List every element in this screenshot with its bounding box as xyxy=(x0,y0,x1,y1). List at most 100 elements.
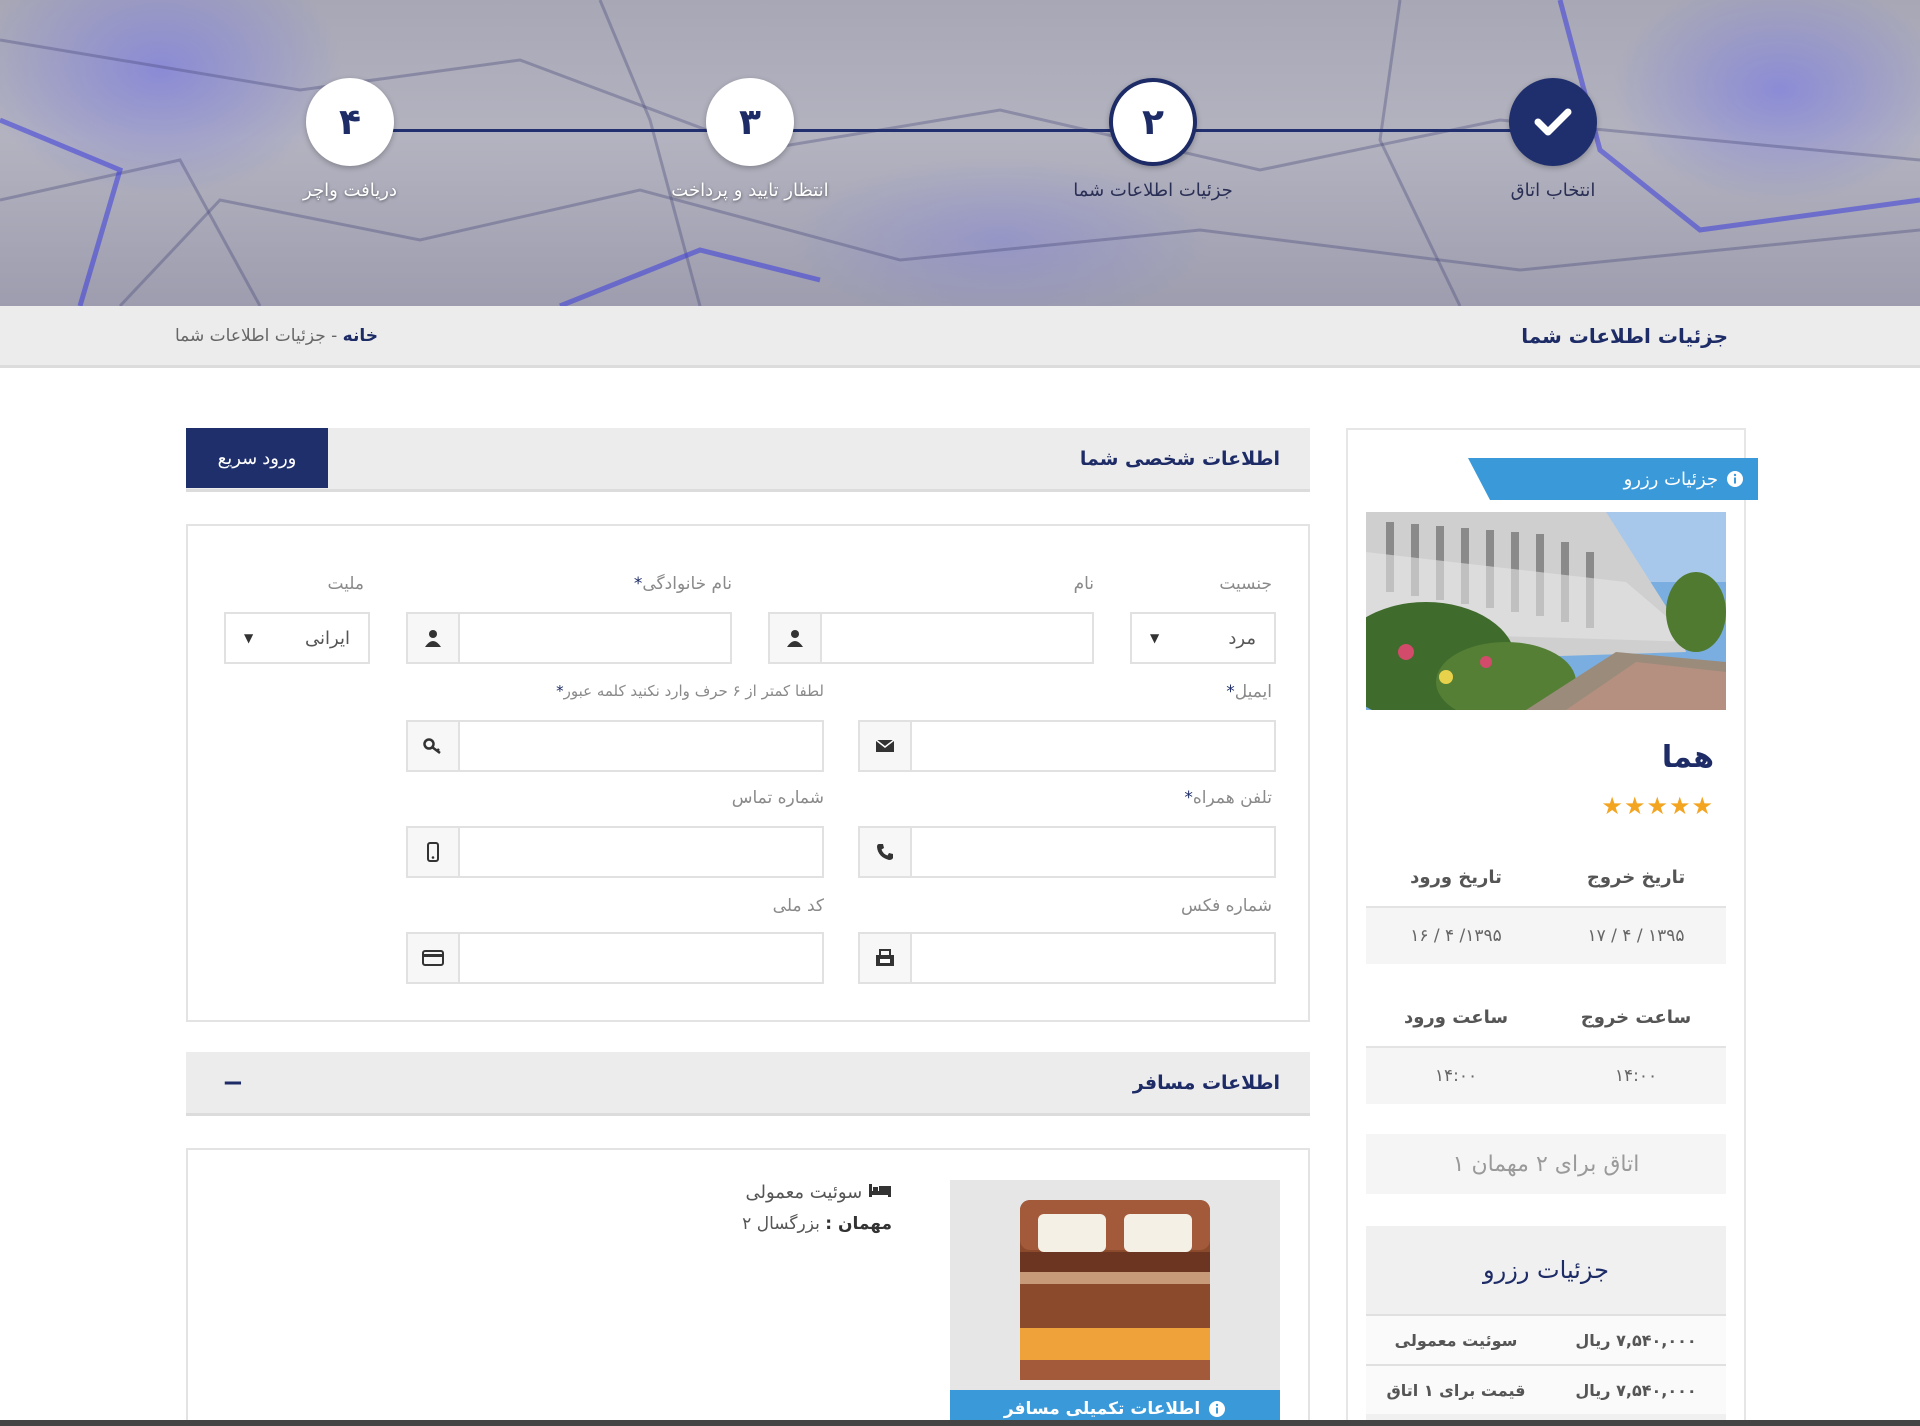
row-price: ۷,۵۴۰,۰۰۰ ریال xyxy=(1575,1330,1697,1350)
password-hint-label: لطفا کمتر از ۶ حرف وارد نکنید کلمه عبور* xyxy=(556,682,824,700)
phone-icon xyxy=(860,828,912,876)
bed-icon xyxy=(869,1184,891,1197)
envelope-icon xyxy=(860,722,912,770)
fax-field xyxy=(858,932,1276,984)
step-2-circle: ۲ xyxy=(1109,78,1197,166)
nationality-value: ایرانی xyxy=(305,627,350,649)
room-type: سوئیت معمولی xyxy=(746,1182,892,1203)
row-name: قیمت برای ۱ اتاق xyxy=(1386,1380,1526,1400)
info-icon xyxy=(1209,1401,1226,1417)
mobile-input[interactable] xyxy=(912,828,1274,876)
breadcrumb: خانه - جزئیات اطلاعات شما xyxy=(175,326,378,346)
ribbon-label: جزئیات رزرو xyxy=(1623,468,1718,490)
fax-input[interactable] xyxy=(912,934,1274,982)
personal-info-form: جنسیت نام نام خانوادگی* ملیت ▼ مرد ▼ ایر… xyxy=(186,524,1310,1022)
national-code-label: کد ملی xyxy=(772,896,824,916)
breadcrumb-bar: جزئیات اطلاعات شما خانه - جزئیات اطلاعات… xyxy=(0,306,1920,368)
step-1-choose-room: انتخاب اتاق xyxy=(1433,78,1673,201)
last-name-input[interactable] xyxy=(460,614,730,662)
caret-down-icon: ▼ xyxy=(244,631,254,645)
checkout-time-label: ساعت خروج xyxy=(1580,1006,1692,1028)
personal-info-title: اطلاعات شخصی شما xyxy=(1079,448,1280,470)
progress-steps-banner: انتخاب اتاق ۲ جزئیات اطلاعات شما ۳ انتظا… xyxy=(0,0,1920,306)
key-icon xyxy=(408,722,460,770)
gender-select[interactable]: ▼ مرد xyxy=(1130,612,1276,664)
checkin-time-label: ساعت ورود xyxy=(1403,1006,1509,1028)
booking-summary-title: جزئیات رزرو xyxy=(1483,1256,1609,1284)
row-price: ۷,۵۴۰,۰۰۰ ریال xyxy=(1575,1380,1697,1400)
quick-login-button[interactable]: ورود سریع xyxy=(186,428,328,488)
checkin-time-value: ۱۴:۰۰ xyxy=(1434,1066,1478,1086)
breadcrumb-current: جزئیات اطلاعات شما xyxy=(175,326,326,346)
check-icon xyxy=(1534,108,1572,136)
id-card-icon xyxy=(408,934,460,982)
step-1-circle xyxy=(1509,78,1597,166)
breadcrumb-separator: - xyxy=(325,326,343,346)
first-name-input[interactable] xyxy=(822,614,1092,662)
hotel-photo xyxy=(1366,512,1726,710)
gender-label: جنسیت xyxy=(1219,574,1272,594)
step-3-label: انتظار تایید و پرداخت xyxy=(671,180,829,201)
times-table: ساعت ورود ساعت خروج ۱۴:۰۰ ۱۴:۰۰ xyxy=(1366,988,1726,1104)
traveller-extra-info-label: اطلاعات تکمیلی مسافر xyxy=(1003,1399,1201,1419)
step-1-label: انتخاب اتاق xyxy=(1510,180,1596,201)
page-title: جزئیات اطلاعات شما xyxy=(1521,324,1728,348)
phone-field xyxy=(406,826,824,878)
step-4-circle: ۴ xyxy=(306,78,394,166)
personal-info-header: اطلاعات شخصی شما ورود سریع xyxy=(186,428,1310,492)
step-2-label: جزئیات اطلاعات شما xyxy=(1073,180,1233,201)
user-icon xyxy=(770,614,822,662)
fax-label: شماره فکس xyxy=(1181,896,1272,916)
user-icon xyxy=(408,614,460,662)
mobile-label: تلفن همراه* xyxy=(1184,788,1272,808)
fax-icon xyxy=(860,934,912,982)
last-name-label: نام خانوادگی* xyxy=(633,574,732,594)
checkout-date-value: ۱۳۹۵ / ۴ / ۱۷ xyxy=(1587,926,1685,946)
row-name: سوئیت معمولی xyxy=(1394,1330,1518,1350)
traveller-info-title: اطلاعات مسافر xyxy=(1132,1072,1280,1094)
last-name-field xyxy=(406,612,732,664)
dates-table: تاریخ ورود تاریخ خروج ۱۳۹۵/ ۴ / ۱۶ ۱۳۹۵ … xyxy=(1366,848,1726,964)
info-icon xyxy=(1727,471,1743,487)
step-4-label: دریافت واچر xyxy=(303,180,397,201)
nationality-label: ملیت xyxy=(327,574,364,594)
phone-input[interactable] xyxy=(460,828,822,876)
national-code-input[interactable] xyxy=(460,934,822,982)
star-rating: ★★★★★ xyxy=(1601,792,1714,820)
checkin-date-label: تاریخ ورود xyxy=(1410,866,1502,888)
step-2-your-details: ۲ جزئیات اطلاعات شما xyxy=(1033,78,1273,201)
guests-label: مهمان : xyxy=(825,1214,892,1234)
table-row: سوئیت معمولی ۷,۵۴۰,۰۰۰ ریال xyxy=(1366,1314,1726,1364)
step-3-circle: ۳ xyxy=(706,78,794,166)
email-input[interactable] xyxy=(912,722,1274,770)
step-3-confirm-payment: ۳ انتظار تایید و پرداخت xyxy=(630,78,870,201)
booking-details-ribbon: جزئیات رزرو xyxy=(1468,458,1758,500)
phone-label: شماره تماس xyxy=(731,788,824,808)
password-field xyxy=(406,720,824,772)
checkout-date-label: تاریخ خروج xyxy=(1586,866,1686,888)
hotel-name: هما xyxy=(1661,740,1714,775)
room-type-label: سوئیت معمولی xyxy=(745,1182,863,1203)
first-name-field xyxy=(768,612,1094,664)
booking-summary: جزئیات رزرو سوئیت معمولی ۷,۵۴۰,۰۰۰ ریال … xyxy=(1366,1226,1726,1426)
room-guests: مهمان : بزرگسال ۲ xyxy=(742,1214,892,1234)
steps-connector-line xyxy=(350,129,1555,132)
mobile-icon xyxy=(408,828,460,876)
guests-value: بزرگسال ۲ xyxy=(742,1214,820,1234)
collapse-toggle-button[interactable]: − xyxy=(222,1068,244,1098)
nationality-select[interactable]: ▼ ایرانی xyxy=(224,612,370,664)
traveller-info-header: اطلاعات مسافر − xyxy=(186,1052,1310,1116)
checkin-date-value: ۱۳۹۵/ ۴ / ۱۶ xyxy=(1410,926,1502,946)
email-label: ایمیل* xyxy=(1226,682,1272,702)
traveller-card: اطلاعات تکمیلی مسافر سوئیت معمولی مهمان … xyxy=(186,1148,1310,1426)
gender-value: مرد xyxy=(1228,627,1256,649)
national-code-field xyxy=(406,932,824,984)
password-input[interactable] xyxy=(460,722,822,770)
mobile-field xyxy=(858,826,1276,878)
table-row: قیمت برای ۱ اتاق ۷,۵۴۰,۰۰۰ ریال xyxy=(1366,1364,1726,1414)
room-occupancy: اتاق برای ۲ مهمان ۱ xyxy=(1366,1134,1726,1194)
breadcrumb-home-link[interactable]: خانه xyxy=(343,326,378,346)
step-4-get-voucher: ۴ دریافت واچر xyxy=(230,78,470,201)
page-bottom-edge xyxy=(0,1420,1920,1426)
first-name-label: نام xyxy=(1073,574,1094,594)
